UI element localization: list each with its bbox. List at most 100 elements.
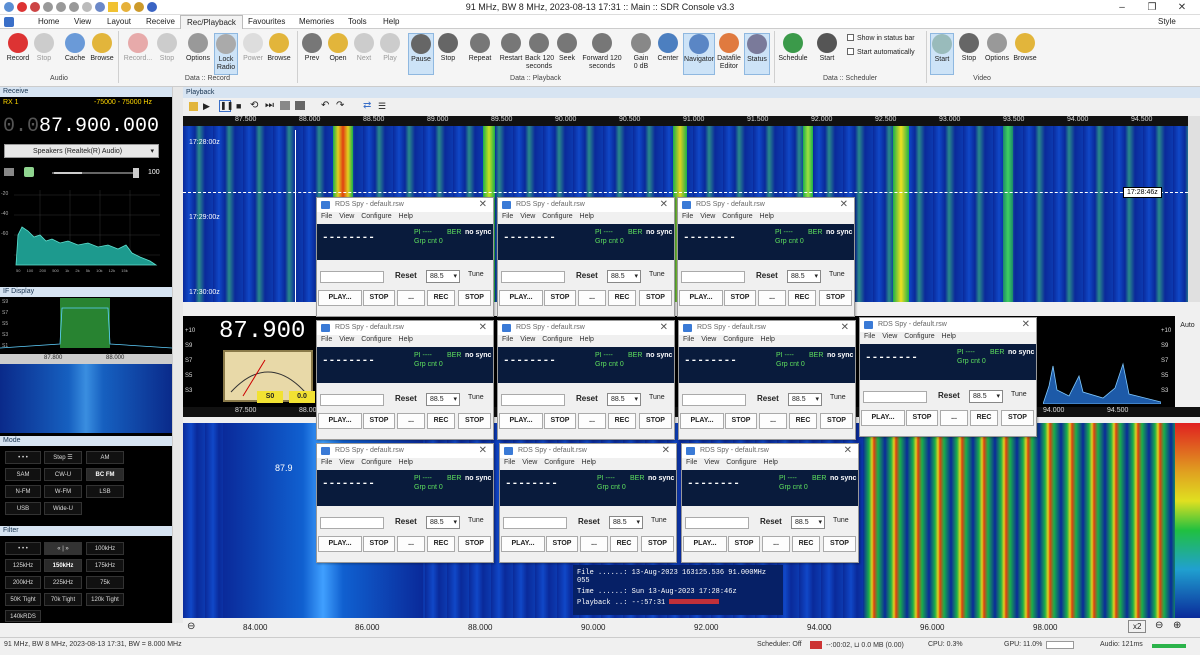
rds-menu-configure[interactable]: Configure xyxy=(361,336,391,343)
rds-slider[interactable] xyxy=(681,271,745,283)
zoom-in-icon[interactable]: ⊕ xyxy=(1173,620,1181,631)
rds-menu-help[interactable]: Help xyxy=(580,336,594,343)
reset-button[interactable]: Reset xyxy=(760,517,782,526)
rds-play-button[interactable]: PLAY... xyxy=(501,536,545,552)
mode-wfm-button[interactable]: W-FM xyxy=(44,485,82,498)
rds-slider[interactable] xyxy=(501,394,565,406)
stop-icon[interactable]: ■ xyxy=(236,101,241,111)
scheduler-start-button[interactable]: Start xyxy=(816,33,838,63)
playback-progress-bar[interactable] xyxy=(669,599,720,604)
rds-menu-view[interactable]: View xyxy=(704,459,719,466)
rds-rec-button[interactable]: REC xyxy=(792,536,820,552)
rds-menu-help[interactable]: Help xyxy=(764,459,778,466)
rds-title-bar[interactable]: RDS Spy - default.rsw ✕ xyxy=(317,321,493,335)
calendar-icon[interactable] xyxy=(280,101,290,110)
close-icon[interactable]: ✕ xyxy=(840,199,848,210)
rds-spy-window[interactable]: RDS Spy - default.rsw ✕ File View Configur… xyxy=(497,197,675,317)
frequency-select[interactable]: 88.5 ▾ xyxy=(787,270,821,283)
rds-play-button[interactable]: PLAY... xyxy=(679,290,723,306)
rds-slider[interactable] xyxy=(503,517,567,529)
left-scrollbar[interactable] xyxy=(172,87,183,623)
rds-slider[interactable] xyxy=(320,517,384,529)
rds-stop-rec-button[interactable]: STOP xyxy=(458,536,491,552)
rds-title-bar[interactable]: RDS Spy - default.rsw ✕ xyxy=(860,318,1036,332)
list-icon[interactable]: ☰ xyxy=(378,101,386,112)
rds-menu-file[interactable]: File xyxy=(321,336,332,343)
rds-menu-view[interactable]: View xyxy=(339,213,354,220)
menu-view[interactable]: View xyxy=(74,17,91,26)
rds-stop-button[interactable]: STOP xyxy=(728,536,760,552)
menu-rec-playback[interactable]: Rec/Playback xyxy=(180,15,243,29)
rds-stop-rec-button[interactable]: STOP xyxy=(820,413,853,429)
rds-more-button[interactable]: ... xyxy=(762,536,790,552)
rds-title-bar[interactable]: RDS Spy - default.rsw ✕ xyxy=(498,321,674,335)
power-button[interactable]: Power xyxy=(241,33,265,63)
frequency-select[interactable]: 88.5 ▾ xyxy=(791,516,825,529)
repeat-icon[interactable]: ⟲ xyxy=(250,100,258,111)
rds-stop-button[interactable]: STOP xyxy=(363,536,395,552)
reset-button[interactable]: Reset xyxy=(757,394,779,403)
menu-tools[interactable]: Tools xyxy=(348,17,367,26)
rds-play-button[interactable]: PLAY... xyxy=(683,536,727,552)
rds-menu-file[interactable]: File xyxy=(321,459,332,466)
rds-rec-button[interactable]: REC xyxy=(427,536,455,552)
rds-menu-file[interactable]: File xyxy=(686,459,697,466)
rds-title-bar[interactable]: RDS Spy - default.rsw ✕ xyxy=(317,444,493,458)
rds-menu-help[interactable]: Help xyxy=(399,336,413,343)
schedule-button[interactable]: Schedule xyxy=(778,33,808,63)
video-options-button[interactable]: Options xyxy=(983,33,1011,63)
rds-menu-view[interactable]: View xyxy=(701,336,716,343)
rds-spy-window[interactable]: RDS Spy - default.rsw ✕ File View Configur… xyxy=(497,320,675,440)
filter-175k-button[interactable]: 175kHz xyxy=(86,559,124,572)
filter-75k-button[interactable]: 75k xyxy=(86,576,124,589)
speaker-icon[interactable] xyxy=(24,167,34,177)
rds-more-button[interactable]: ... xyxy=(397,290,425,306)
mode-step-button[interactable]: Step ☰ xyxy=(44,451,82,464)
reset-button[interactable]: Reset xyxy=(395,394,417,403)
undo-icon[interactable]: ↶ xyxy=(321,100,329,111)
video-stop-button[interactable]: Stop xyxy=(958,33,980,63)
mode-am-button[interactable]: AM xyxy=(86,451,124,464)
mode-nfm-button[interactable]: N-FM xyxy=(5,485,41,498)
rds-menu-view[interactable]: View xyxy=(339,459,354,466)
rds-stop-rec-button[interactable]: STOP xyxy=(823,536,856,552)
filter-125k-button[interactable]: 125kHz xyxy=(5,559,41,572)
tune-button[interactable]: Tune xyxy=(649,271,665,278)
rds-rec-button[interactable]: REC xyxy=(970,410,998,426)
lock-radio-button[interactable]: Lock Radio xyxy=(214,33,238,75)
rds-stop-button[interactable]: STOP xyxy=(544,413,576,429)
menu-layout[interactable]: Layout xyxy=(107,17,131,26)
filter-140k-rds-button[interactable]: 140kRDS xyxy=(5,610,41,622)
rds-menu-view[interactable]: View xyxy=(520,336,535,343)
top-waterfall-scrollbar[interactable] xyxy=(1188,116,1200,302)
frequency-select[interactable]: 88.5 ▾ xyxy=(426,270,460,283)
rds-menu-configure[interactable]: Configure xyxy=(361,459,391,466)
tune-button[interactable]: Tune xyxy=(651,517,667,524)
menu-home[interactable]: Home xyxy=(38,17,59,26)
tune-button[interactable]: Tune xyxy=(468,394,484,401)
stop-playback-button[interactable]: Stop xyxy=(437,33,459,63)
rds-menu-file[interactable]: File xyxy=(504,459,515,466)
reset-button[interactable]: Reset xyxy=(756,271,778,280)
datafile-editor-button[interactable]: Datafile Editor xyxy=(716,33,742,71)
rds-menu-help[interactable]: Help xyxy=(399,459,413,466)
rds-spy-window[interactable]: RDS Spy - default.rsw ✕ File View Configur… xyxy=(681,443,859,563)
rds-menu-view[interactable]: View xyxy=(882,333,897,340)
rds-stop-rec-button[interactable]: STOP xyxy=(639,290,672,306)
frequency-select[interactable]: 88.5 ▾ xyxy=(969,390,1003,403)
next-button[interactable]: Next xyxy=(353,33,375,63)
rds-menu-help[interactable]: Help xyxy=(761,336,775,343)
rds-title-bar[interactable]: RDS Spy - default.rsw ✕ xyxy=(317,198,493,212)
rds-slider[interactable] xyxy=(682,394,746,406)
rds-rec-button[interactable]: REC xyxy=(789,413,817,429)
close-icon[interactable]: ✕ xyxy=(844,445,852,456)
minimize-button[interactable]: – xyxy=(1108,1,1136,14)
close-icon[interactable]: ✕ xyxy=(662,445,670,456)
filter-100k-button[interactable]: 100kHz xyxy=(86,542,124,555)
rds-menu-help[interactable]: Help xyxy=(580,213,594,220)
filter-50k-tight-button[interactable]: 50K Tight xyxy=(5,593,41,606)
rds-menu-file[interactable]: File xyxy=(864,333,875,340)
frequency-select[interactable]: 88.5 ▾ xyxy=(788,393,822,406)
rds-play-button[interactable]: PLAY... xyxy=(318,290,362,306)
mode-lsb-button[interactable]: LSB xyxy=(86,485,124,498)
